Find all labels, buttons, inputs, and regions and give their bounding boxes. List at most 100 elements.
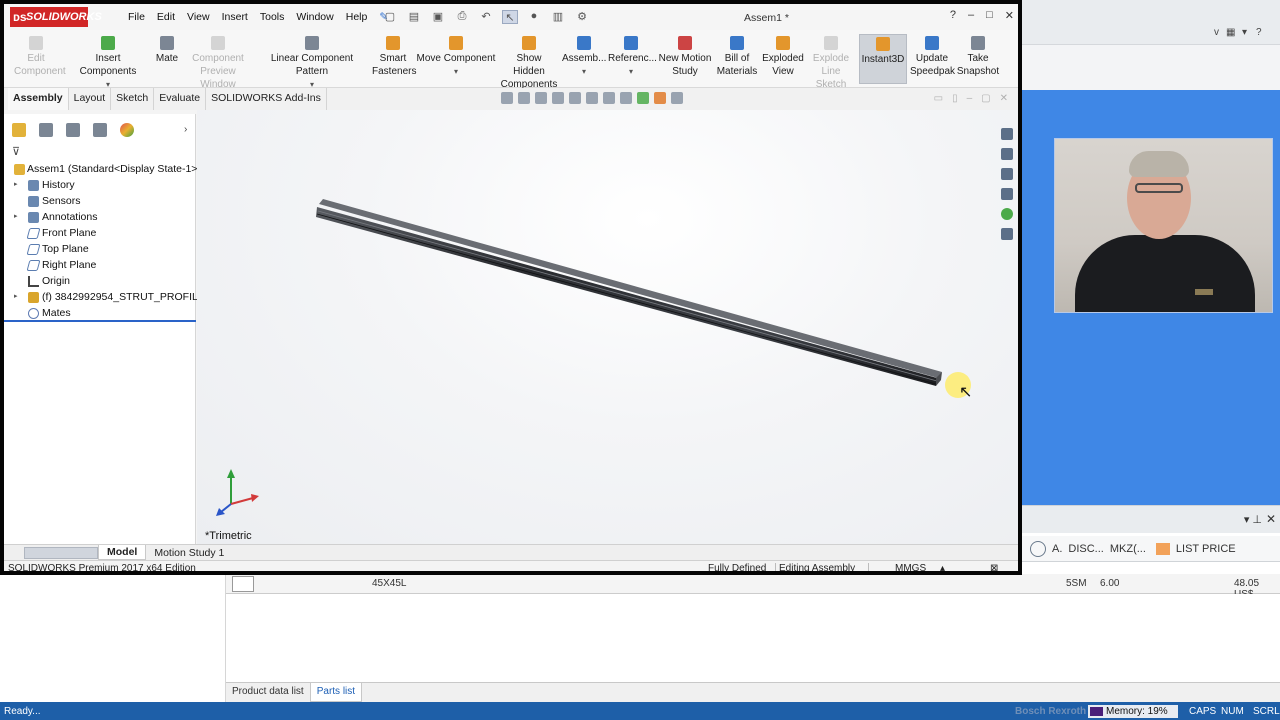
new-motion-study-button[interactable]: New Motion Study bbox=[658, 36, 712, 78]
hide-show-items-icon[interactable] bbox=[620, 92, 632, 104]
display-style-icon[interactable] bbox=[603, 92, 615, 104]
file-properties-icon[interactable]: ▥ bbox=[550, 10, 566, 24]
move-component-button[interactable]: Move Component ▾ bbox=[416, 36, 496, 78]
help-icon[interactable]: ? bbox=[1256, 27, 1262, 38]
flag-icon[interactable]: ▦ bbox=[1226, 27, 1235, 38]
rebuild-status-icon[interactable]: ⊠ bbox=[990, 563, 998, 571]
custom-properties-icon[interactable] bbox=[1001, 228, 1013, 240]
zoom-to-fit-icon[interactable] bbox=[501, 92, 513, 104]
split-icon[interactable]: ▯ bbox=[952, 93, 958, 104]
filter-icon[interactable]: ⊽ bbox=[12, 145, 20, 158]
tree-item-origin[interactable]: Origin bbox=[4, 274, 196, 290]
instant3d-button[interactable]: Instant3D bbox=[859, 34, 907, 84]
strut-profile-beam[interactable] bbox=[197, 110, 1018, 544]
undo-icon[interactable]: ↶ bbox=[478, 10, 494, 24]
tab-model[interactable]: Model bbox=[98, 545, 147, 560]
zoom-area-icon[interactable] bbox=[518, 92, 530, 104]
menu-view[interactable]: View bbox=[187, 11, 210, 23]
menu-window[interactable]: Window bbox=[296, 11, 333, 23]
tree-item-sensors[interactable]: Sensors bbox=[4, 194, 196, 210]
explode-line-sketch-button[interactable]: Explode Line Sketch bbox=[806, 36, 856, 91]
previous-view-icon[interactable] bbox=[535, 92, 547, 104]
help-icon[interactable]: ? bbox=[950, 9, 956, 22]
dropdown-arrow-icon[interactable]: ▾ bbox=[416, 65, 496, 78]
tab-evaluate[interactable]: Evaluate bbox=[154, 88, 207, 110]
rebuild-icon[interactable]: ● bbox=[526, 10, 542, 24]
dropdown-arrow-icon[interactable]: ▾ bbox=[608, 65, 654, 78]
tab-motion-study-1[interactable]: Motion Study 1 bbox=[146, 546, 232, 560]
configuration-manager-tab-icon[interactable] bbox=[66, 123, 80, 137]
viewport-restore-icon[interactable]: ▢ bbox=[981, 93, 990, 104]
smart-fasteners-button[interactable]: Smart Fasteners bbox=[372, 36, 416, 78]
take-snapshot-button[interactable]: Take Snapshot bbox=[956, 36, 1000, 78]
update-speedpak-button[interactable]: Update Speedpak bbox=[910, 36, 955, 78]
edit-appearance-icon[interactable] bbox=[637, 92, 649, 104]
design-library-icon[interactable] bbox=[1001, 148, 1013, 160]
menu-help[interactable]: Help bbox=[346, 11, 368, 23]
chevron-down-icon[interactable]: ▾ bbox=[1242, 27, 1247, 38]
viewport-close-icon[interactable]: ✕ bbox=[1000, 93, 1008, 104]
dimxpert-manager-tab-icon[interactable] bbox=[93, 123, 107, 137]
solidworks-logo[interactable]: ᴅs SOLIDWORKS bbox=[10, 7, 102, 27]
tab-navigation-arrows[interactable] bbox=[24, 546, 98, 559]
expand-arrow-icon[interactable]: ▸ bbox=[14, 292, 18, 300]
menu-insert[interactable]: Insert bbox=[222, 11, 248, 23]
property-manager-tab-icon[interactable] bbox=[39, 123, 53, 137]
show-hidden-button[interactable]: Show Hidden Components bbox=[500, 36, 558, 91]
tree-item-mates[interactable]: Mates bbox=[4, 306, 196, 322]
tree-root[interactable]: Assem1 (Standard<Display State-1>) bbox=[4, 162, 201, 178]
minimize-button[interactable]: – bbox=[968, 9, 974, 22]
column-header[interactable]: LIST PRICE bbox=[1176, 543, 1236, 555]
maximize-button[interactable]: □ bbox=[986, 9, 993, 22]
options-gear-icon[interactable]: ⚙ bbox=[574, 10, 590, 24]
tab-sketch[interactable]: Sketch bbox=[111, 88, 155, 110]
tree-item-annotations[interactable]: ▸ Annotations bbox=[4, 210, 196, 226]
appearances-icon[interactable] bbox=[1001, 208, 1013, 220]
expand-arrow-icon[interactable]: ▸ bbox=[14, 180, 18, 188]
select-cursor-icon[interactable]: ↖ bbox=[502, 10, 518, 24]
tree-item-right-plane[interactable]: Right Plane bbox=[4, 258, 196, 274]
edit-component-button[interactable]: Edit Component bbox=[14, 36, 66, 78]
menu-edit[interactable]: Edit bbox=[157, 11, 175, 23]
print-icon[interactable]: ⎙ bbox=[454, 10, 470, 24]
exploded-view-button[interactable]: Exploded View bbox=[762, 36, 804, 78]
insert-components-button[interactable]: Insert Components ▾ bbox=[66, 36, 150, 91]
component-preview-button[interactable]: Component Preview Window bbox=[184, 36, 252, 91]
apply-scene-icon[interactable] bbox=[654, 92, 666, 104]
menu-file[interactable]: File bbox=[128, 11, 145, 23]
unit-system[interactable]: MMGS bbox=[895, 563, 926, 571]
mate-button[interactable]: Mate bbox=[152, 36, 182, 65]
save-icon[interactable]: ▣ bbox=[430, 10, 446, 24]
close-button[interactable]: ✕ bbox=[1005, 9, 1014, 22]
column-header[interactable]: DISC... bbox=[1068, 543, 1103, 555]
home-icon[interactable] bbox=[1001, 128, 1013, 140]
pin-icon[interactable]: ▾ ⊥ bbox=[1244, 513, 1262, 526]
bill-of-materials-button[interactable]: Bill of Materials bbox=[716, 36, 758, 78]
expand-arrow-icon[interactable]: ▸ bbox=[14, 212, 18, 220]
tree-item-front-plane[interactable]: Front Plane bbox=[4, 226, 196, 242]
section-view-icon[interactable] bbox=[552, 92, 564, 104]
dropdown-arrow-icon[interactable]: ▾ bbox=[562, 65, 606, 78]
dynamic-annotation-icon[interactable] bbox=[569, 92, 581, 104]
tab-addins[interactable]: SOLIDWORKS Add-Ins bbox=[206, 88, 327, 110]
unit-dropdown-icon[interactable]: ▴ bbox=[940, 563, 945, 571]
tab-parts-list[interactable]: Parts list bbox=[309, 683, 363, 702]
feature-manager-tab-icon[interactable] bbox=[12, 123, 26, 137]
tree-item-top-plane[interactable]: Top Plane bbox=[4, 242, 196, 258]
reference-geometry-button[interactable]: Referenc... ▾ bbox=[608, 36, 657, 78]
menu-tools[interactable]: Tools bbox=[260, 11, 285, 23]
view-settings-icon[interactable] bbox=[671, 92, 683, 104]
viewport-minimize-icon[interactable]: – bbox=[967, 93, 973, 104]
open-folder-icon[interactable]: ▤ bbox=[406, 10, 422, 24]
tile-icon[interactable]: ▭ bbox=[934, 93, 943, 104]
close-icon[interactable]: ✕ bbox=[1266, 512, 1276, 526]
new-document-icon[interactable]: ▢ bbox=[382, 10, 398, 24]
table-row[interactable]: 45X45L 5SM 6.00 48.05 US$ bbox=[226, 574, 1280, 600]
file-explorer-icon[interactable] bbox=[1001, 168, 1013, 180]
linear-pattern-button[interactable]: Linear Component Pattern ▾ bbox=[256, 36, 368, 91]
column-header[interactable]: MKZ(... bbox=[1110, 543, 1146, 555]
tree-item-strut-profile[interactable]: ▸ (f) 3842992954_STRUT_PROFILE_4... bbox=[4, 290, 225, 306]
assembly-features-button[interactable]: Assemb... ▾ bbox=[562, 36, 606, 78]
view-palette-icon[interactable] bbox=[1001, 188, 1013, 200]
chevron-right-icon[interactable]: › bbox=[184, 124, 187, 135]
